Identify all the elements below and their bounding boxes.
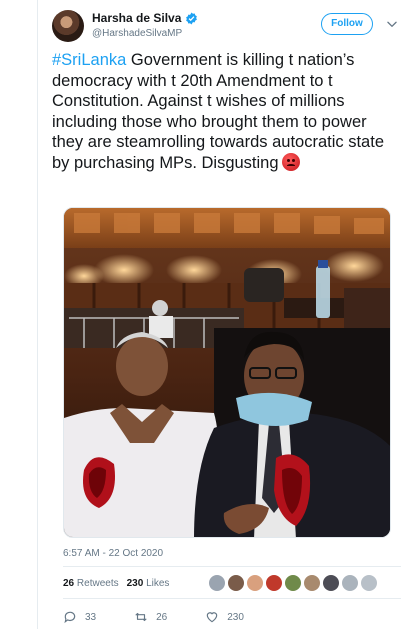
liker-avatar[interactable] — [209, 575, 225, 591]
retweet-icon — [135, 612, 147, 622]
angry-face-emoji-icon — [281, 152, 300, 171]
tweet-header: Harsha de Silva @HarshadeSilvaMP Follow — [52, 8, 401, 44]
retweets-stat[interactable]: 26 Retweets — [63, 578, 119, 589]
divider — [63, 598, 401, 599]
tweet-timestamp[interactable]: 6:57 AM - 22 Oct 2020 — [63, 548, 163, 559]
liker-avatar[interactable] — [323, 575, 339, 591]
heart-icon — [206, 612, 218, 623]
action-bar: 33 26 230 — [63, 610, 282, 624]
reply-icon — [64, 611, 76, 624]
liker-avatar[interactable] — [247, 575, 263, 591]
retweets-count: 26 — [63, 578, 75, 589]
hashtag-link[interactable]: #SriLanka — [52, 51, 126, 69]
liker-avatar[interactable] — [228, 575, 244, 591]
liker-avatar[interactable] — [266, 575, 282, 591]
liker-avatar[interactable] — [304, 575, 320, 591]
likes-stat[interactable]: 230 Likes — [127, 578, 170, 589]
like-count: 230 — [227, 611, 244, 623]
retweet-count: 26 — [156, 611, 168, 623]
user-handle[interactable]: @HarshadeSilvaMP — [92, 28, 182, 39]
display-name[interactable]: Harsha de Silva — [92, 11, 181, 25]
liker-avatar[interactable] — [342, 575, 358, 591]
likes-label: Likes — [146, 578, 170, 589]
follow-button[interactable]: Follow — [321, 13, 373, 35]
tweet-card: Harsha de Silva @HarshadeSilvaMP Follow … — [38, 0, 415, 629]
liker-avatars — [209, 575, 377, 591]
likes-count: 230 — [126, 578, 144, 589]
name-line: Harsha de Silva — [92, 11, 198, 25]
reply-count: 33 — [85, 611, 97, 623]
verified-icon — [186, 12, 198, 24]
avatar[interactable] — [52, 10, 84, 42]
liker-avatar[interactable] — [285, 575, 301, 591]
retweet-button[interactable]: 26 — [134, 610, 167, 624]
divider — [63, 566, 401, 567]
engagement-stats: 26 Retweets 230 Likes — [63, 578, 169, 589]
liker-avatar[interactable] — [361, 575, 377, 591]
retweets-label: Retweets — [76, 578, 119, 589]
tweet-photo[interactable] — [63, 207, 391, 538]
reply-button[interactable]: 33 — [63, 610, 96, 624]
photo-image — [64, 208, 390, 537]
like-button[interactable]: 230 — [205, 610, 244, 624]
tweet-body: Government is killing t nation’s democra… — [52, 51, 384, 172]
tweet-text: #SriLanka Government is killing t nation… — [52, 50, 392, 173]
chevron-down-icon[interactable] — [385, 17, 399, 31]
